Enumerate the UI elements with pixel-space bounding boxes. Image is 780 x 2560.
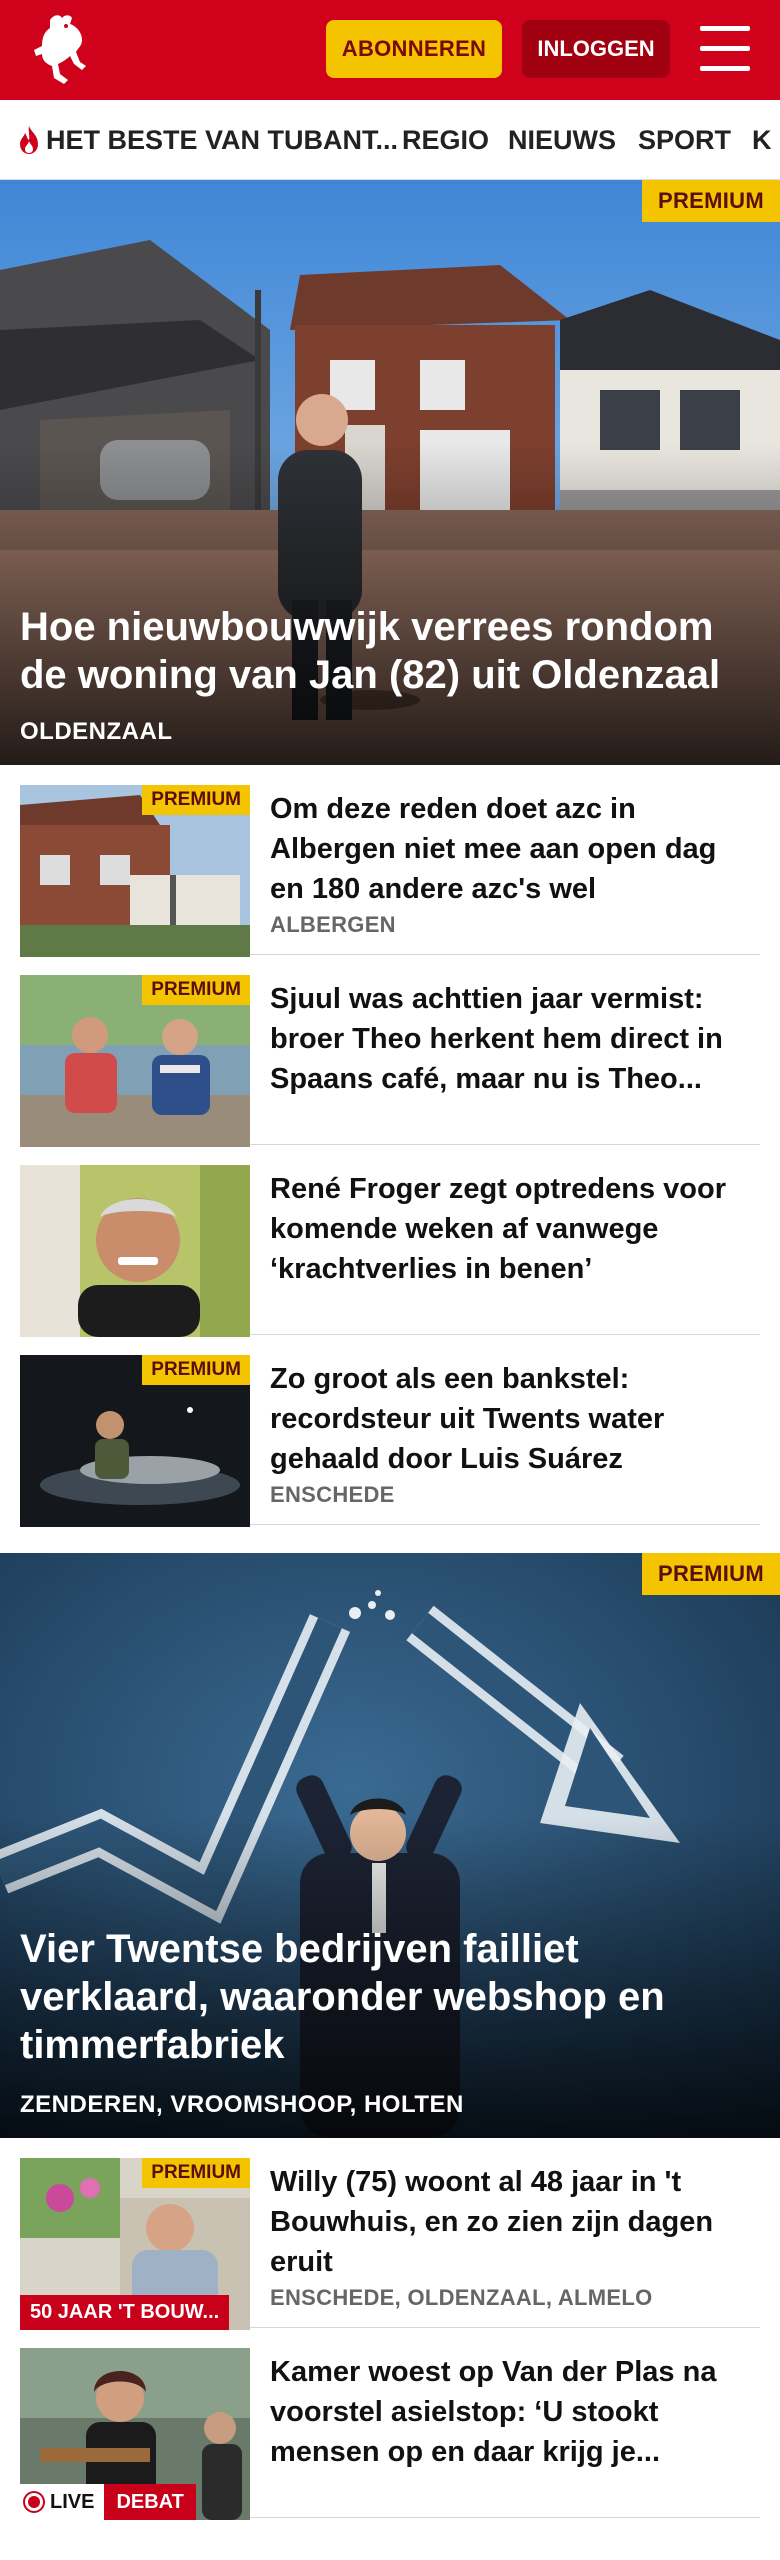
premium-badge: PREMIUM: [142, 1355, 250, 1385]
nav-item-sport[interactable]: SPORT: [638, 100, 731, 179]
article-title[interactable]: Sjuul was achttien jaar vermist: broer T…: [270, 979, 750, 1099]
premium-badge: PREMIUM: [142, 2158, 250, 2188]
article-thumbnail: LIVE DEBAT: [20, 2348, 250, 2520]
article-thumbnail: PREMIUM: [20, 785, 250, 957]
article-thumbnail: PREMIUM: [20, 1355, 250, 1527]
article-title[interactable]: Zo groot als een bankstel: recordsteur u…: [270, 1359, 750, 1479]
flame-icon: [20, 126, 38, 154]
premium-badge: PREMIUM: [142, 785, 250, 815]
article-thumbnail: PREMIUM 50 JAAR 'T BOUW...: [20, 2158, 250, 2330]
tubantia-horse-logo-icon[interactable]: [20, 8, 104, 92]
premium-badge: PREMIUM: [142, 975, 250, 1005]
list-item[interactable]: PREMIUM Sjuul was achttien jaar vermist:…: [20, 955, 760, 1147]
article-location: ENSCHEDE, OLDENZAAL, ALMELO: [270, 2285, 653, 2310]
article-title[interactable]: Kamer woest op Van der Plas na voorstel …: [270, 2352, 750, 2472]
live-text: LIVE: [50, 2490, 95, 2513]
section-nav: HET BESTE VAN TUBANT... REGIO NIEUWS SPO…: [0, 100, 780, 180]
article-title[interactable]: Willy (75) woont al 48 jaar in 't Bouwhu…: [270, 2162, 750, 2282]
hero-title[interactable]: Hoe nieuwbouwwijk verrees rondom de woni…: [20, 603, 760, 699]
nav-item-best-of[interactable]: HET BESTE VAN TUBANT...: [16, 100, 399, 179]
thumbnail-photo-froger: [20, 1165, 250, 1337]
nav-item-more[interactable]: K: [752, 100, 772, 179]
list-item[interactable]: LIVE DEBAT Kamer woest op Van der Plas n…: [20, 2328, 760, 2520]
hero-location: OLDENZAAL: [20, 718, 173, 745]
premium-badge: PREMIUM: [642, 180, 780, 222]
hero-title[interactable]: Vier Twentse bedrijven failliet verklaar…: [20, 1925, 760, 2069]
nav-item-regio[interactable]: REGIO: [402, 100, 489, 179]
live-debate-label: LIVE DEBAT: [20, 2484, 196, 2520]
list-item[interactable]: PREMIUM 50 JAAR 'T BOUW... Willy (75) wo…: [20, 2138, 760, 2330]
article-title[interactable]: René Froger zegt optredens voor komende …: [270, 1169, 750, 1289]
top-bar: ABONNEREN INLOGGEN: [0, 0, 780, 100]
hero-article-1[interactable]: PREMIUM Hoe nieuwbouwwijk verrees rondom…: [0, 180, 780, 765]
nav-item-nieuws[interactable]: NIEUWS: [508, 100, 616, 179]
series-label: 50 JAAR 'T BOUW...: [20, 2295, 230, 2330]
list-item[interactable]: PREMIUM Zo groot als een bankstel: recor…: [20, 1335, 760, 1527]
debate-tag: DEBAT: [104, 2484, 196, 2520]
login-button[interactable]: INLOGGEN: [522, 20, 670, 78]
article-location: ALBERGEN: [270, 912, 396, 937]
live-badge: LIVE: [20, 2484, 105, 2520]
nav-label: HET BESTE VAN TUBANT...: [46, 124, 399, 155]
premium-badge: PREMIUM: [642, 1553, 780, 1595]
article-thumbnail: [20, 1165, 250, 1337]
live-dot-icon: [28, 2496, 40, 2508]
list-item[interactable]: PREMIUM Om deze reden doet azc in Alberg…: [20, 765, 760, 957]
article-location: ENSCHEDE: [270, 1482, 395, 1507]
list-item[interactable]: René Froger zegt optredens voor komende …: [20, 1145, 760, 1337]
article-thumbnail: PREMIUM: [20, 975, 250, 1147]
article-title[interactable]: Om deze reden doet azc in Albergen niet …: [270, 789, 750, 909]
hero-article-2[interactable]: PREMIUM Vier Twentse bedrijven failliet …: [0, 1553, 780, 2138]
hamburger-menu-icon[interactable]: [700, 26, 750, 72]
subscribe-button[interactable]: ABONNEREN: [326, 20, 502, 78]
hero-location: ZENDEREN, VROOMSHOOP, HOLTEN: [20, 2091, 464, 2118]
